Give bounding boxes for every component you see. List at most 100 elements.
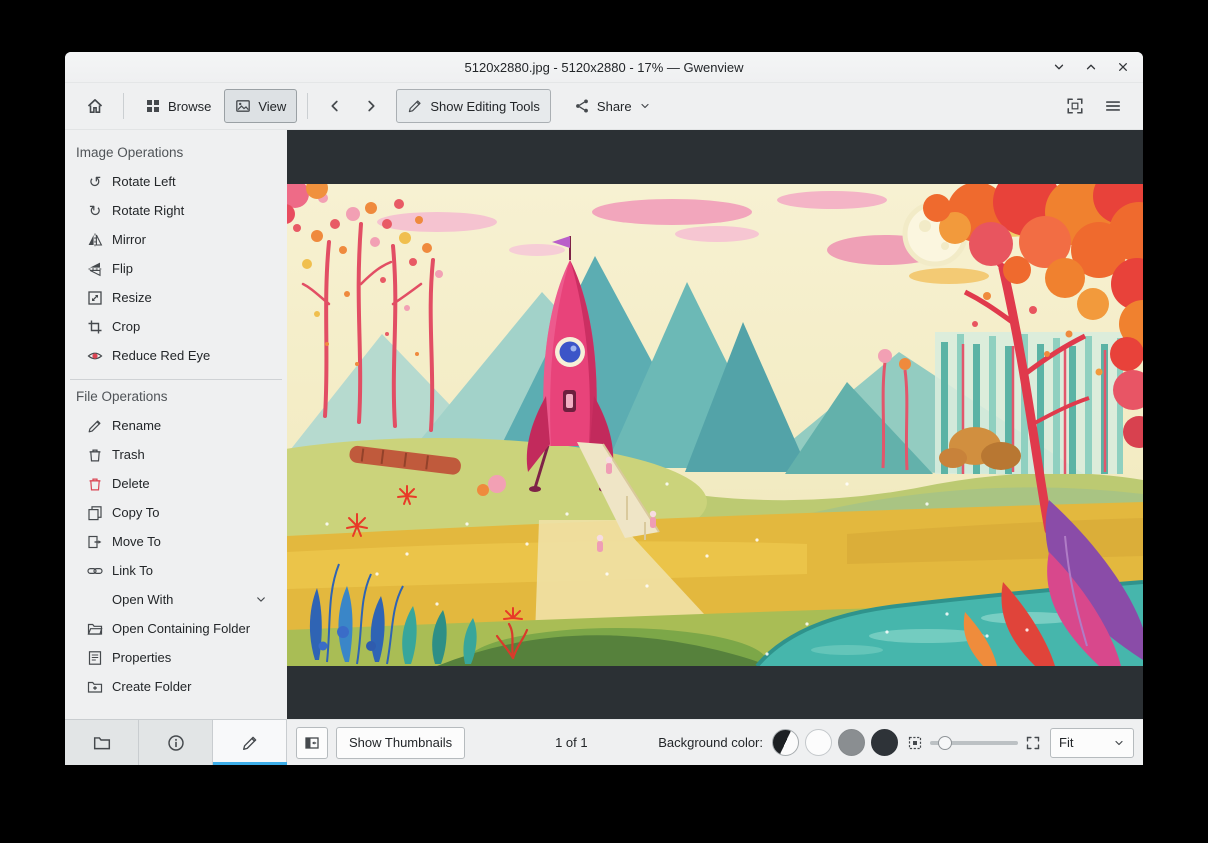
tab-information[interactable] bbox=[139, 719, 213, 765]
sidebar-item-reduce-red-eye[interactable]: Reduce Red Eye bbox=[65, 341, 287, 370]
browse-grid-icon bbox=[147, 100, 159, 112]
sidebar-item-copy-to[interactable]: Copy To bbox=[65, 498, 287, 527]
item-label: Rotate Right bbox=[112, 203, 185, 218]
share-icon bbox=[576, 99, 588, 113]
home-icon bbox=[87, 99, 103, 113]
sidebar-item-trash[interactable]: Trash bbox=[65, 440, 287, 469]
minimize-button[interactable] bbox=[1051, 59, 1067, 75]
crop-icon bbox=[88, 320, 102, 333]
item-label: Link To bbox=[112, 563, 153, 578]
bg-color-half-black-white-button[interactable] bbox=[772, 729, 799, 756]
rotate-right-icon: ↻ bbox=[88, 201, 102, 220]
sidebar-item-flip[interactable]: Flip bbox=[65, 254, 287, 283]
page-indicator: 1 of 1 bbox=[555, 735, 588, 750]
show-editing-tools-label: Show Editing Tools bbox=[430, 98, 540, 114]
close-button[interactable] bbox=[1115, 59, 1131, 75]
view-label: View bbox=[258, 98, 287, 114]
tab-folders[interactable] bbox=[65, 719, 139, 765]
zoom-fit-icon[interactable] bbox=[907, 735, 923, 751]
background-color-options bbox=[772, 729, 898, 756]
sidebar-item-delete[interactable]: Delete bbox=[65, 469, 287, 498]
chevron-down-icon bbox=[1054, 64, 1064, 70]
chevron-right-icon bbox=[368, 100, 375, 112]
item-label: Resize bbox=[112, 290, 152, 305]
fit-page-button[interactable] bbox=[1057, 89, 1093, 123]
chevron-down-icon bbox=[641, 103, 649, 109]
bottom-bar: Show Thumbnails 1 of 1 Background color: bbox=[65, 719, 1143, 765]
item-label: Crop bbox=[112, 319, 141, 334]
item-label: Flip bbox=[112, 261, 133, 276]
chevron-up-icon bbox=[1086, 64, 1096, 70]
fit-page-icon bbox=[1067, 98, 1083, 114]
copy-icon bbox=[88, 505, 102, 520]
zoom-mode-value: Fit bbox=[1059, 735, 1074, 750]
rename-icon bbox=[88, 420, 101, 432]
sidebar-item-rename[interactable]: Rename bbox=[65, 411, 287, 440]
statusbar: Show Thumbnails 1 of 1 Background color: bbox=[287, 719, 1143, 765]
share-label: Share bbox=[596, 98, 632, 114]
zoom-controls bbox=[907, 733, 1041, 753]
tab-operations[interactable] bbox=[213, 719, 287, 765]
red-eye-icon bbox=[87, 352, 103, 359]
show-thumbnails-button[interactable]: Show Thumbnails bbox=[336, 726, 466, 759]
toggle-sidebar-button[interactable] bbox=[296, 726, 328, 759]
item-label: Open Containing Folder bbox=[112, 621, 251, 636]
item-label: Mirror bbox=[112, 232, 146, 247]
delete-icon bbox=[89, 478, 101, 490]
gwenview-window: 5120x2880.jpg - 5120x2880 - 17% — Gwenvi… bbox=[65, 52, 1143, 765]
item-label: Rename bbox=[112, 418, 162, 433]
go-forward-button[interactable] bbox=[354, 89, 388, 123]
rotate-left-icon: ↺ bbox=[88, 172, 102, 191]
zoom-mode-dropdown[interactable]: Fit bbox=[1050, 727, 1134, 758]
bg-color-white-button[interactable] bbox=[805, 729, 832, 756]
trash-icon bbox=[89, 449, 101, 461]
sidebar-item-properties[interactable]: Properties bbox=[65, 643, 287, 672]
sidebar-item-crop[interactable]: Crop bbox=[65, 312, 287, 341]
sidebar-item-create-folder[interactable]: Create Folder bbox=[65, 672, 287, 701]
folder-icon bbox=[93, 736, 110, 749]
resize-icon bbox=[88, 290, 102, 305]
toolbar-separator bbox=[123, 93, 124, 119]
sidebar-item-open-containing-folder[interactable]: Open Containing Folder bbox=[65, 614, 287, 643]
home-button[interactable] bbox=[77, 89, 113, 123]
image-canvas[interactable] bbox=[287, 130, 1143, 719]
item-label: Delete bbox=[112, 476, 150, 491]
image-viewport[interactable] bbox=[287, 183, 1143, 666]
move-icon bbox=[88, 535, 102, 548]
pencil-icon bbox=[409, 100, 421, 113]
photo-artwork bbox=[287, 183, 1143, 666]
bg-color-dark-button[interactable] bbox=[871, 729, 898, 756]
sidebar-tabs bbox=[65, 719, 287, 765]
pencil-icon bbox=[242, 736, 256, 750]
sidebar-item-link-to[interactable]: Link To bbox=[65, 556, 287, 585]
bg-color-gray-button[interactable] bbox=[838, 729, 865, 756]
sidebar-item-rotate-left[interactable]: ↺ Rotate Left bbox=[65, 167, 287, 196]
zoom-slider[interactable] bbox=[930, 733, 1018, 753]
sidebar-item-open-with[interactable]: Open With bbox=[65, 585, 287, 614]
show-editing-tools-button[interactable]: Show Editing Tools bbox=[396, 89, 551, 123]
create-folder-icon bbox=[87, 681, 103, 693]
maximize-button[interactable] bbox=[1083, 59, 1099, 75]
sidebar-item-mirror[interactable]: Mirror bbox=[65, 225, 287, 254]
menu-button[interactable] bbox=[1095, 89, 1131, 123]
titlebar[interactable]: 5120x2880.jpg - 5120x2880 - 17% — Gwenvi… bbox=[65, 52, 1143, 83]
link-icon bbox=[87, 567, 103, 574]
sidebar-item-rotate-right[interactable]: ↻ Rotate Right bbox=[65, 196, 287, 225]
flip-icon bbox=[88, 262, 102, 276]
hamburger-icon bbox=[1105, 101, 1121, 111]
properties-icon bbox=[88, 650, 102, 665]
sidebar-item-resize[interactable]: Resize bbox=[65, 283, 287, 312]
item-label: Move To bbox=[112, 534, 161, 549]
item-label: Open With bbox=[112, 592, 174, 607]
view-button[interactable]: View bbox=[224, 89, 298, 123]
toolbar-separator bbox=[307, 93, 309, 119]
go-back-button[interactable] bbox=[318, 89, 352, 123]
share-button[interactable]: Share bbox=[563, 89, 662, 123]
chevron-down-icon bbox=[257, 597, 265, 602]
zoom-expand-icon[interactable] bbox=[1025, 735, 1041, 751]
sidebar-item-move-to[interactable]: Move To bbox=[65, 527, 287, 556]
zoom-slider-handle[interactable] bbox=[938, 735, 952, 750]
item-label: Properties bbox=[112, 650, 172, 665]
chevron-down-icon bbox=[1115, 740, 1123, 745]
browse-button[interactable]: Browse bbox=[134, 89, 222, 123]
